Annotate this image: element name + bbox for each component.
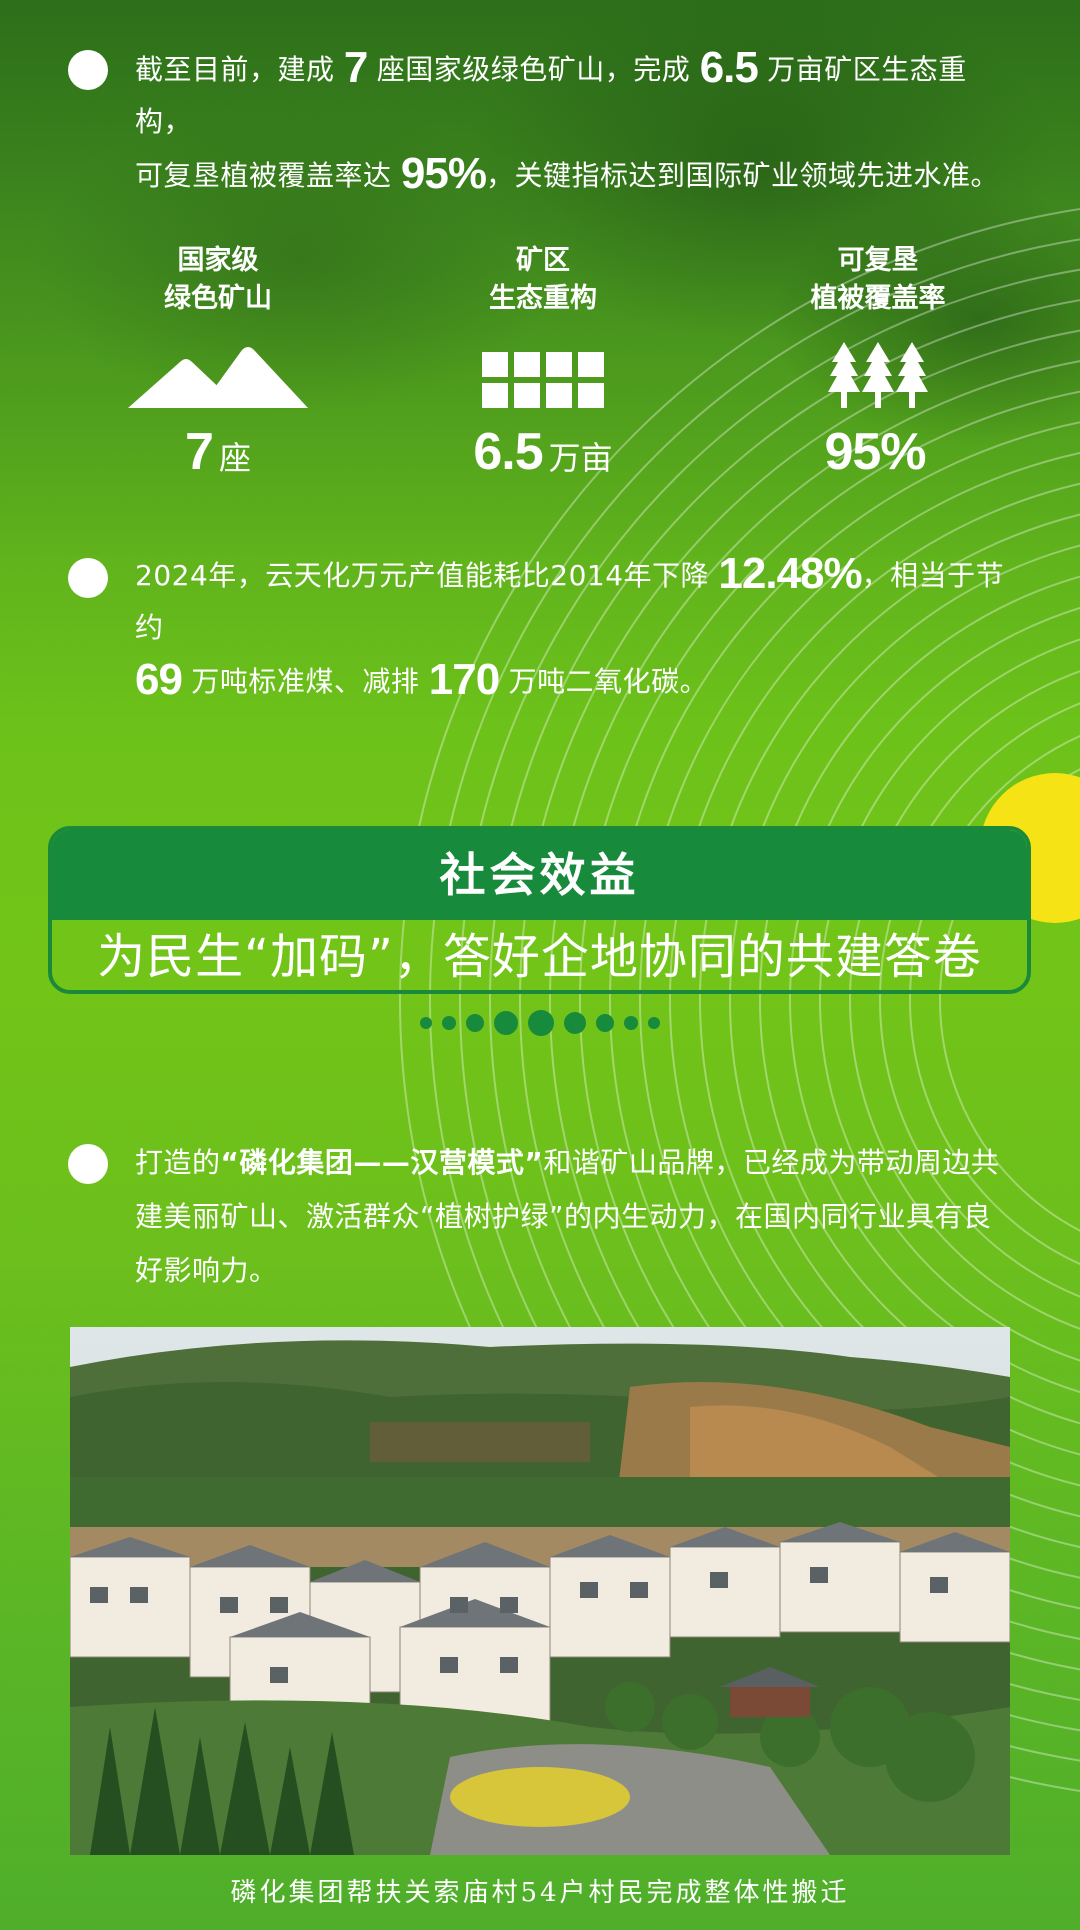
highlight-number: 69 [135,655,183,704]
stat-label: 可复垦 植被覆盖率 [810,245,946,314]
highlight-number: 7 [343,43,369,92]
village-relocation-photo [70,1327,1010,1855]
text: 座国家级绿色矿山，完成 [367,53,700,86]
banner-subtitle: 为民生“加码”，答好企地协同的共建答卷 [97,929,982,985]
mountain-icon [88,332,348,408]
photo-caption: 磷化集团帮扶关索庙村54户村民完成整体性搬迁 [230,1878,850,1908]
bullet-dot [68,1144,108,1184]
highlight-number: 6.5 [699,43,759,92]
text: 可复垦植被覆盖率达 [135,159,401,192]
stat-ecological-restructure: 矿区 生态重构 6.5 万亩 [413,242,673,494]
text: 截至目前，建成 [135,53,344,86]
highlight-number: 95% [400,149,487,198]
grid-icon [413,332,673,408]
text: 万吨标准煤、减排 [181,665,429,698]
text: 2024年，云天化万元产值能耗比2014年下降 [135,559,719,592]
stat-value: 6.5 万亩 [473,423,613,481]
brand-name: “磷化集团——汉营模式” [220,1146,544,1179]
stat-vegetation-coverage: 可复垦 植被覆盖率 95% [748,242,1008,494]
banner-title: 社会效益 [52,830,1027,920]
paragraph-energy-saving: 2024年，云天化万元产值能耗比2014年下降 12.48%，相当于节约 69 … [135,548,1015,708]
section-banner: 社会效益 为民生“加码”，答好企地协同的共建答卷 [48,826,1031,994]
text: 万吨二氧化碳。 [499,665,709,698]
stat-green-mines: 国家级 绿色矿山 7座 [88,242,348,494]
trees-icon [748,332,1008,408]
paragraph-hanying-model: 打造的“磷化集团——汉营模式”和谐矿山品牌，已经成为带动周边共建美丽矿山、激活群… [135,1136,1015,1298]
decorative-dots [0,1010,1080,1036]
bullet-dot [68,50,108,90]
stat-value: 95% [824,423,926,481]
highlight-number: 170 [428,655,500,704]
bullet-dot [68,558,108,598]
stat-label: 国家级 绿色矿山 [164,245,272,314]
stat-value: 7座 [185,423,251,481]
text: ，关键指标达到国际矿业领域先进水准。 [485,159,999,192]
paragraph-green-mines: 截至目前，建成 7 座国家级绿色矿山，完成 6.5 万亩矿区生态重构， 可复垦植… [135,42,1015,202]
text: 打造的 [135,1146,221,1179]
stat-label: 矿区 生态重构 [489,245,597,314]
highlight-number: 12.48% [718,549,862,598]
